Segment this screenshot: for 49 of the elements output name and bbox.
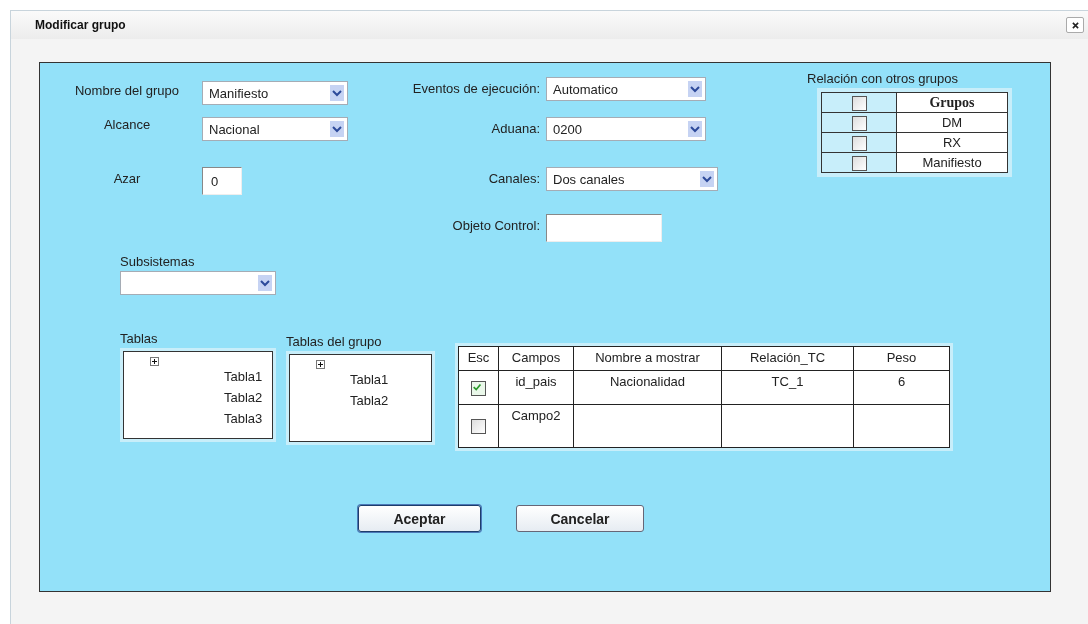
- dropdown-field[interactable]: 0200: [546, 117, 706, 141]
- dialog-button[interactable]: Aceptar: [358, 505, 481, 532]
- column-header: Campos: [498, 346, 574, 371]
- column-header: Grupos: [896, 92, 1008, 113]
- section-label: Relación con otros grupos: [807, 71, 960, 86]
- field-label: Subsistemas: [120, 254, 196, 269]
- text-field[interactable]: 0: [202, 167, 242, 195]
- dropdown-field[interactable]: Manifiesto: [202, 81, 348, 105]
- checkbox[interactable]: [851, 95, 867, 111]
- checkbox[interactable]: [851, 115, 867, 131]
- check-icon: [472, 381, 483, 393]
- close-button[interactable]: [1066, 17, 1084, 33]
- field-label: Alcance: [102, 117, 152, 132]
- table-cell: Nacionalidad: [573, 370, 722, 405]
- column-header: Nombre a mostrar: [573, 346, 722, 371]
- expand-icon[interactable]: [316, 360, 325, 369]
- dropdown-field[interactable]: Nacional: [202, 117, 348, 141]
- checkbox[interactable]: [471, 380, 486, 396]
- table-cell: TC_1: [721, 370, 854, 405]
- text-field[interactable]: [546, 214, 662, 242]
- table-cell: 6: [853, 370, 950, 405]
- column-header: Esc: [458, 346, 499, 371]
- field-label: Objeto Control:: [451, 217, 541, 233]
- tree-item[interactable]: Tabla1: [224, 366, 272, 387]
- dropdown-field[interactable]: Dos canales: [546, 167, 718, 191]
- field-label: Tablas: [120, 331, 159, 346]
- field-label: Canales:: [487, 170, 541, 186]
- checkbox[interactable]: [851, 155, 867, 171]
- dropdown-field[interactable]: Automatico: [546, 77, 706, 101]
- checkbox[interactable]: [851, 135, 867, 151]
- expand-icon[interactable]: [150, 357, 159, 366]
- column-header: Peso: [853, 346, 950, 371]
- dropdown-field[interactable]: [120, 271, 276, 295]
- table-cell: id_pais: [498, 370, 574, 405]
- checkbox[interactable]: [471, 419, 486, 435]
- tree-item[interactable]: Tabla2: [224, 387, 272, 408]
- close-icon: [1071, 21, 1079, 29]
- field-label: Nombre del grupo: [73, 82, 181, 98]
- dialog-button[interactable]: Cancelar: [516, 505, 644, 532]
- field-label: Tablas del grupo: [286, 334, 383, 349]
- tree-item[interactable]: Tabla2: [350, 390, 431, 411]
- field-label: Azar: [112, 170, 142, 186]
- field-label: Aduana:: [490, 120, 541, 136]
- window-title: Modificar grupo: [35, 18, 126, 32]
- table-cell: Campo2: [498, 404, 574, 448]
- column-header: Relación_TC: [721, 346, 854, 371]
- field-label: Eventos de ejecución:: [411, 80, 541, 96]
- tree-item[interactable]: Tabla3: [224, 408, 272, 429]
- tree-item[interactable]: Tabla1: [350, 369, 431, 390]
